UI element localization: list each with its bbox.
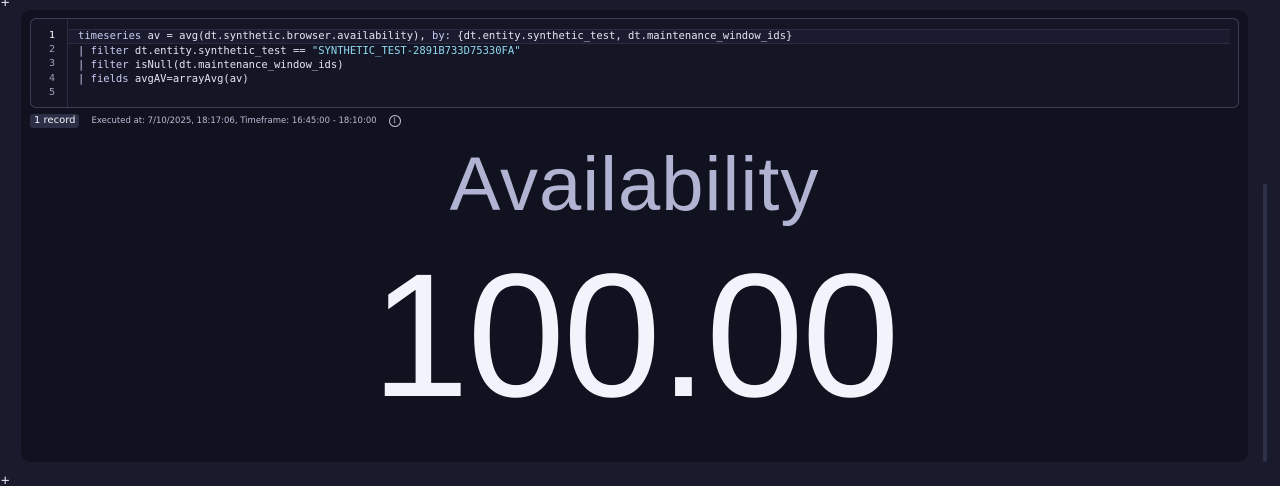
info-icon[interactable]: i xyxy=(388,115,401,127)
dql-editor[interactable]: 1 2 3 4 5 timeseries av = avg(dt.synthetic.b… xyxy=(30,18,1239,108)
code-line: | filter isNull(dt.maintenance_window_id… xyxy=(78,58,1230,72)
line-number: 2 xyxy=(48,44,55,56)
line-number: 3 xyxy=(48,58,55,70)
code-line: | fields avgAV=arrayAvg(av) xyxy=(78,72,1230,86)
code-token: dt.entity.synthetic_test == xyxy=(128,45,312,57)
add-tile-bottom-icon[interactable]: + xyxy=(1,474,9,486)
result-status-bar: 1 record Executed at: 7/10/2025, 18:17:0… xyxy=(30,114,401,128)
code-area[interactable]: timeseries av = avg(dt.synthetic.browser… xyxy=(68,29,1230,101)
execution-info: Executed at: 7/10/2025, 18:17:06, Timefr… xyxy=(91,116,377,126)
line-number: 4 xyxy=(48,72,55,84)
single-value-visualization: Availability 100.00 xyxy=(21,140,1248,426)
records-badge: 1 record xyxy=(30,114,80,128)
code-keyword: | filter xyxy=(78,45,129,57)
line-number: 1 xyxy=(48,30,55,41)
code-string: "SYNTHETIC_TEST-2891B733D75330FA" xyxy=(311,45,521,57)
dashboard-page: + 1 2 3 4 5 timeseries av = avg(dt.synthetic… xyxy=(0,0,1280,486)
code-keyword: by: xyxy=(432,30,451,42)
line-number: 5 xyxy=(48,86,55,98)
code-token: av = avg(dt.synthetic.browser.availabili… xyxy=(141,30,433,42)
code-keyword: timeseries xyxy=(78,30,142,42)
query-tile: 1 2 3 4 5 timeseries av = avg(dt.synthetic.b… xyxy=(21,10,1248,462)
vertical-scrollbar[interactable] xyxy=(1263,184,1267,462)
code-line: | filter dt.entity.synthetic_test == "SY… xyxy=(78,44,1230,58)
code-keyword: | filter xyxy=(78,59,129,72)
single-value-label: Availability xyxy=(449,142,820,227)
code-token: {dt.entity.synthetic_test, dt.maintenanc… xyxy=(450,30,793,42)
code-token: avgAV=arrayAvg(av) xyxy=(128,73,249,86)
code-line: timeseries av = avg(dt.synthetic.browser… xyxy=(68,29,1230,44)
add-tile-top-icon[interactable]: + xyxy=(1,0,9,10)
code-keyword: | fields xyxy=(78,73,129,86)
single-value-number: 100.00 xyxy=(371,238,899,434)
code-token: isNull(dt.maintenance_window_ids) xyxy=(128,59,344,72)
line-number-gutter: 1 2 3 4 5 xyxy=(31,19,68,107)
